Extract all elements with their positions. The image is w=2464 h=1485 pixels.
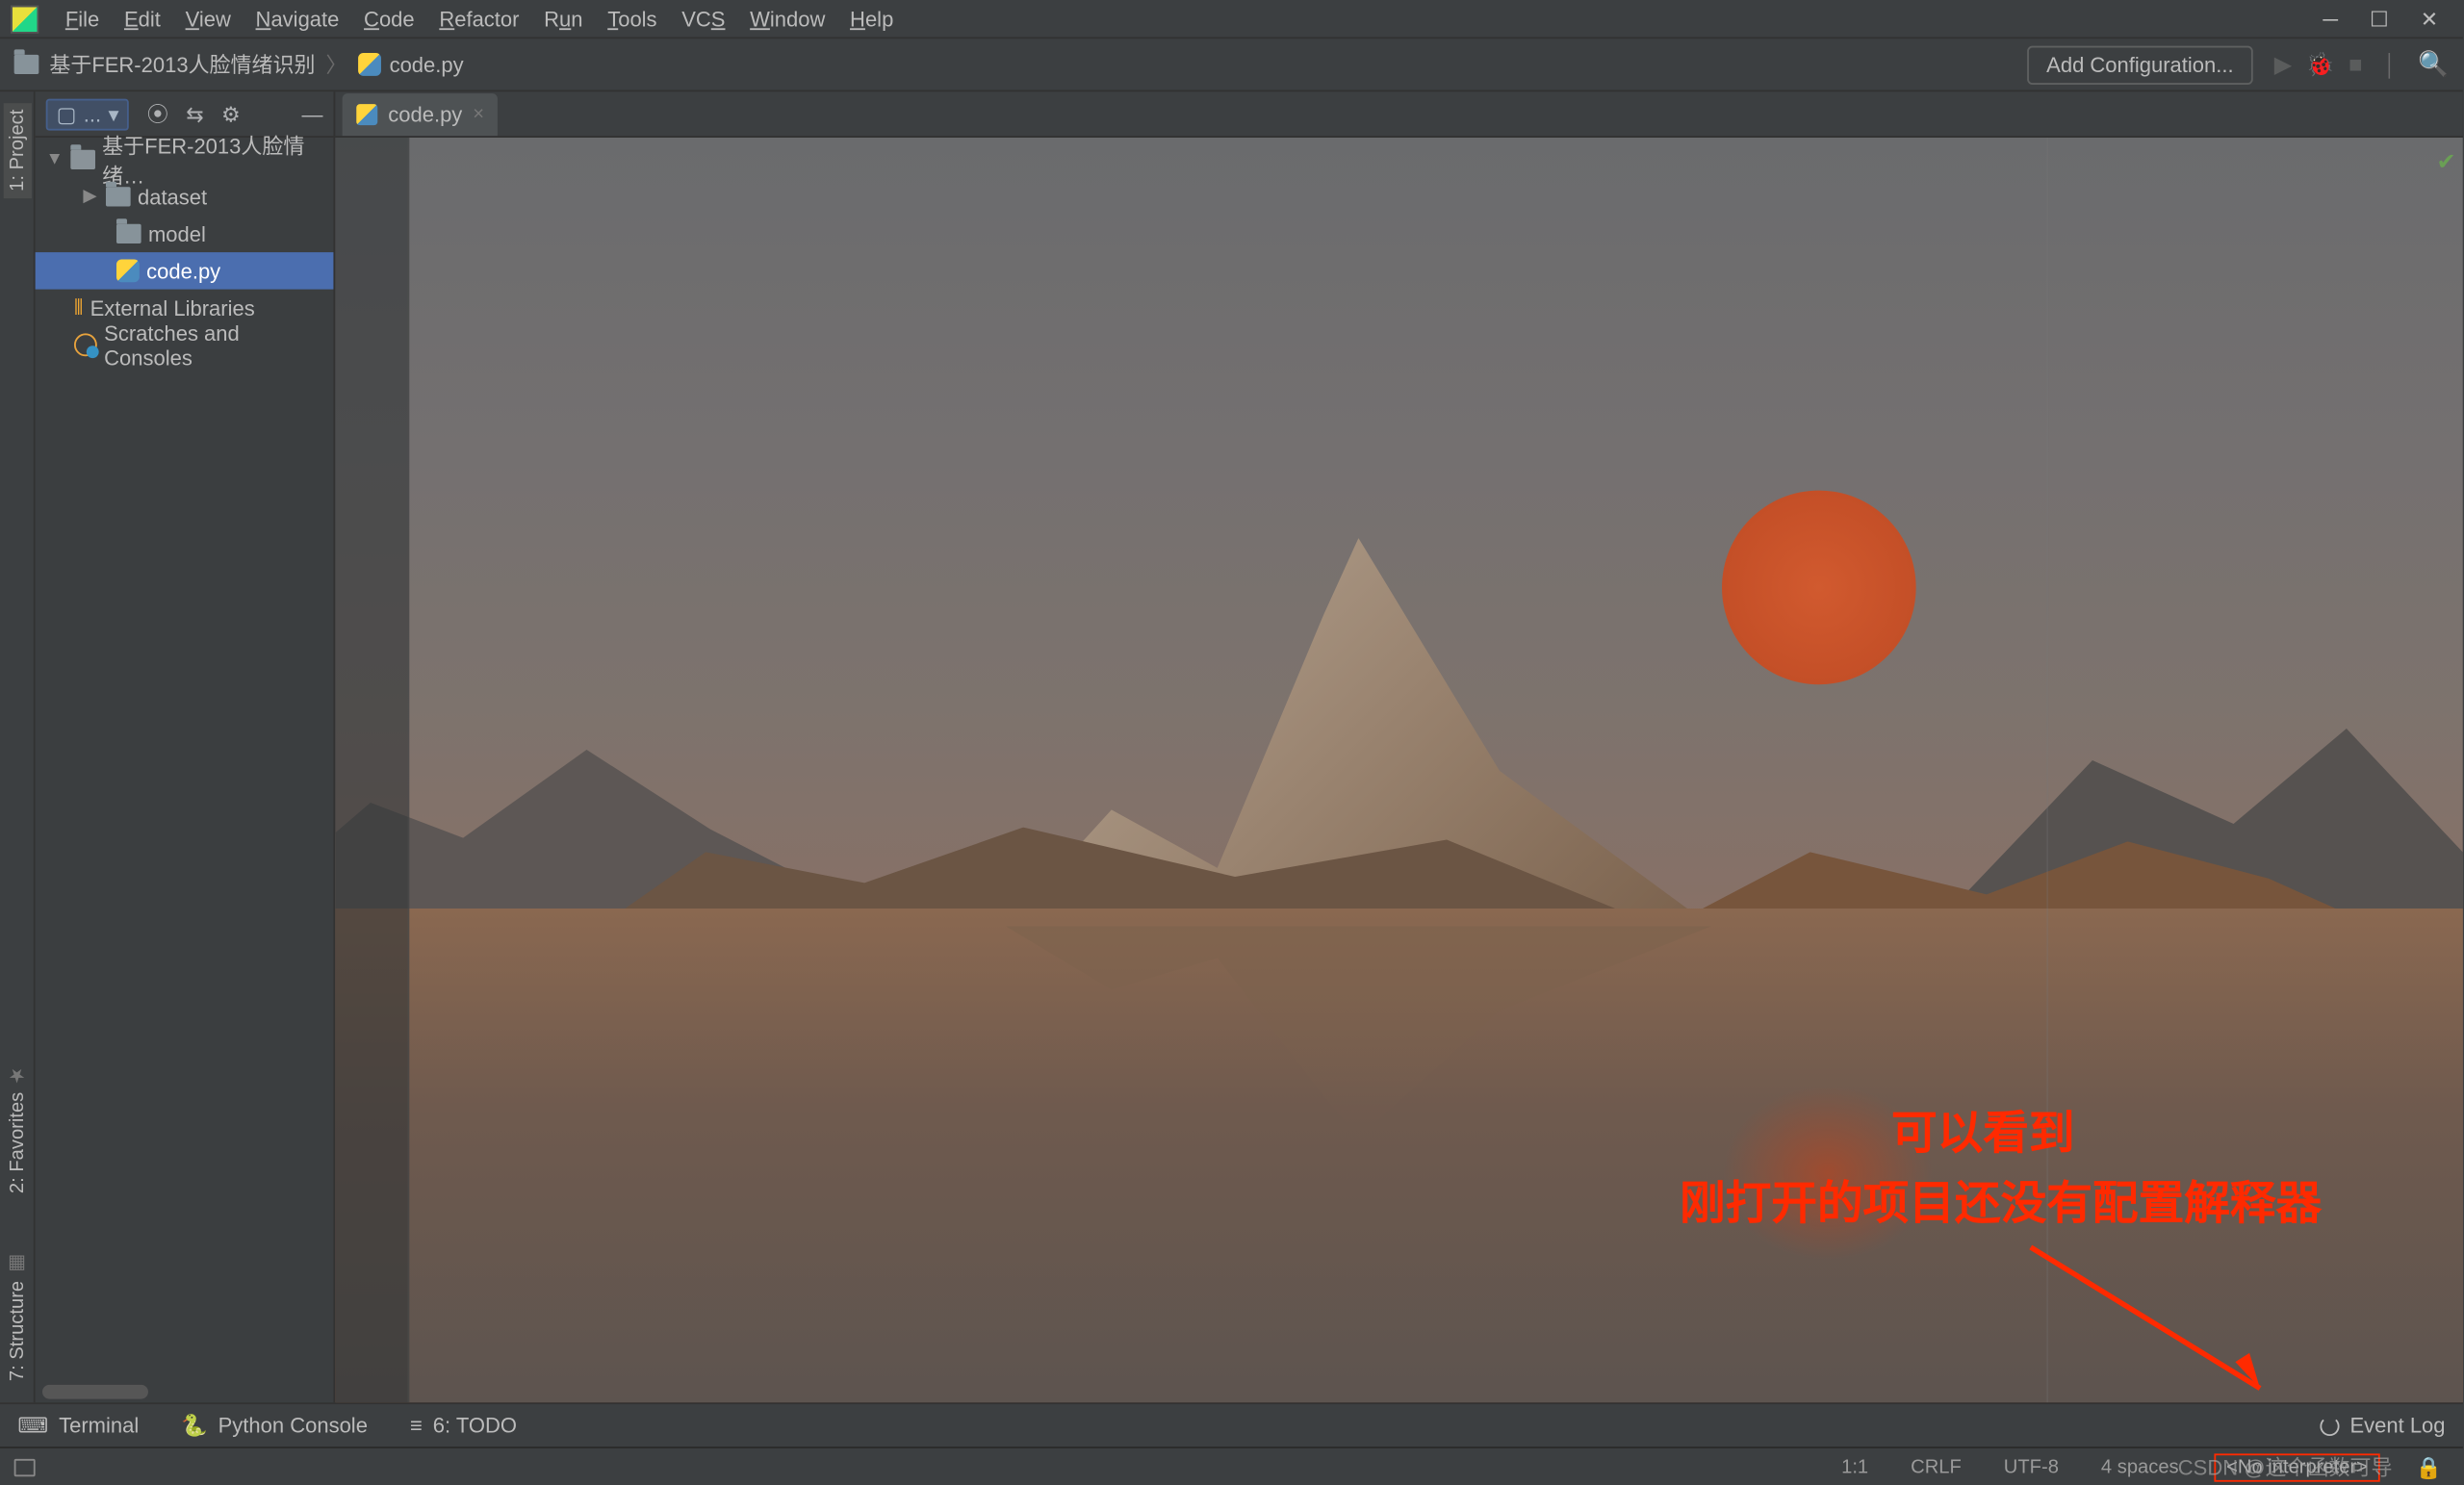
hide-panel-icon[interactable]: — <box>301 101 322 126</box>
editor-gutter <box>335 138 409 1402</box>
menu-file[interactable]: File <box>53 3 112 35</box>
editor-tab-label: code.py <box>388 102 462 127</box>
tree-scratches[interactable]: Scratches and Consoles <box>36 326 334 363</box>
status-caret-position[interactable]: 1:1 <box>1835 1456 1876 1477</box>
project-tree[interactable]: ▼ 基于FER-2013人脸情绪… ▶ dataset model code.p… <box>36 138 334 364</box>
tool-label: Python Console <box>218 1413 368 1438</box>
stop-icon: ■ <box>2348 51 2362 77</box>
tree-item-label: Scratches and Consoles <box>104 320 333 370</box>
search-icon[interactable]: 🔍 <box>2418 49 2449 79</box>
tool-tab-structure[interactable]: 7: Structure ▦ <box>2 1245 32 1388</box>
expand-arrow-icon[interactable]: ▼ <box>46 150 64 169</box>
tree-item-model[interactable]: model <box>36 216 334 252</box>
project-folder-icon <box>70 150 95 169</box>
project-tool-window: ▢ ... ▾ ⦿ ⇆ ⚙ — ▼ 基于FER-2013人脸情绪… ▶ data… <box>36 91 336 1402</box>
inspection-ok-icon[interactable]: ✔ <box>2437 148 2456 176</box>
tree-root-label: 基于FER-2013人脸情绪… <box>102 130 333 190</box>
breadcrumb-project[interactable]: 基于FER-2013人脸情绪识别 <box>49 49 315 79</box>
menu-window[interactable]: Window <box>737 3 837 35</box>
app-icon <box>11 5 38 33</box>
menu-navigate[interactable]: Navigate <box>244 3 352 35</box>
run-icon: ▶ <box>2274 50 2292 78</box>
tree-item-label: code.py <box>146 259 220 284</box>
breadcrumb-separator: 〉 <box>326 49 347 79</box>
expand-arrow-icon[interactable]: ▶ <box>81 187 98 206</box>
editor-tab-code-py[interactable]: code.py × <box>343 93 499 136</box>
editor-tab-bar: code.py × <box>335 91 2463 138</box>
menu-view[interactable]: View <box>173 3 244 35</box>
window-minimize-button[interactable]: ─ <box>2323 8 2338 29</box>
tree-item-label: External Libraries <box>90 295 255 320</box>
tool-tab-terminal[interactable]: ⌨ Terminal <box>17 1413 139 1438</box>
left-tool-strip: 1: Project 2: Favorites ★ 7: Structure ▦ <box>0 91 36 1402</box>
tool-tab-python-console[interactable]: 🐍 Python Console <box>181 1413 368 1438</box>
tool-label: 6: TODO <box>433 1413 517 1438</box>
tree-item-label: dataset <box>138 185 207 210</box>
editor-body[interactable]: ✔ 可以看到 刚打开的项目还没有配置解释器 <box>335 138 2463 1402</box>
menu-code[interactable]: Code <box>351 3 426 35</box>
tool-tab-todo[interactable]: ≡ 6: TODO <box>410 1413 517 1438</box>
scratches-icon <box>74 333 97 356</box>
tool-label: Terminal <box>59 1413 139 1438</box>
todo-icon: ≡ <box>410 1413 423 1438</box>
status-interpreter[interactable]: <No interpreter> <box>2214 1452 2380 1480</box>
tool-label: Event Log <box>2349 1413 2445 1438</box>
close-tab-icon[interactable]: × <box>473 104 484 125</box>
menu-edit[interactable]: Edit <box>112 3 173 35</box>
tool-tab-event-log[interactable]: Event Log <box>2320 1413 2445 1438</box>
read-only-lock-icon[interactable]: 🔒 <box>2408 1454 2449 1479</box>
settings-gear-icon[interactable]: ⚙ <box>221 101 241 126</box>
event-log-icon <box>2320 1416 2339 1435</box>
menu-tools[interactable]: Tools <box>595 3 669 35</box>
annotation-text-line1: 可以看到 <box>1891 1100 2075 1165</box>
python-file-icon <box>116 259 140 282</box>
project-scrollbar[interactable] <box>36 1381 336 1402</box>
status-indent[interactable]: 4 spaces <box>2094 1456 2186 1477</box>
toggle-tool-windows-icon[interactable] <box>14 1458 36 1475</box>
scrollbar-thumb[interactable] <box>42 1385 148 1399</box>
add-configuration-button[interactable]: Add Configuration... <box>2027 45 2253 84</box>
menu-bar: File Edit View Navigate Code Refactor Ru… <box>0 0 2463 38</box>
python-file-icon <box>356 104 377 125</box>
tool-tab-project[interactable]: 1: Project <box>3 102 31 198</box>
terminal-icon: ⌨ <box>17 1413 48 1438</box>
menu-refactor[interactable]: Refactor <box>427 3 532 35</box>
python-console-icon: 🐍 <box>181 1413 207 1438</box>
tree-item-code-py[interactable]: code.py <box>36 252 334 289</box>
breadcrumb-file[interactable]: code.py <box>390 52 464 77</box>
python-file-icon <box>358 53 381 76</box>
editor-area: code.py × ✔ 可以看到 <box>335 91 2463 1402</box>
folder-icon <box>116 224 141 243</box>
tree-root[interactable]: ▼ 基于FER-2013人脸情绪… <box>36 141 334 178</box>
status-encoding[interactable]: UTF-8 <box>1996 1456 2066 1477</box>
annotation-text-line2: 刚打开的项目还没有配置解释器 <box>1680 1170 2322 1235</box>
navigation-bar: 基于FER-2013人脸情绪识别 〉 code.py Add Configura… <box>0 38 2463 91</box>
library-icon: ⫴ <box>74 294 83 320</box>
menu-run[interactable]: Run <box>531 3 595 35</box>
folder-icon <box>106 187 131 206</box>
window-maximize-button[interactable]: ☐ <box>2370 8 2389 29</box>
debug-icon: 🐞 <box>2306 50 2335 78</box>
project-view-selector[interactable]: ▢ ... ▾ <box>46 98 130 130</box>
menu-vcs[interactable]: VCS <box>669 3 737 35</box>
tree-item-label: model <box>148 221 206 246</box>
collapse-icon[interactable]: ⇆ <box>186 101 203 126</box>
window-close-button[interactable]: ✕ <box>2421 8 2438 29</box>
status-bar: 1:1 CRLF UTF-8 4 spaces <No interpreter>… <box>0 1447 2463 1485</box>
menu-help[interactable]: Help <box>837 3 906 35</box>
status-line-ending[interactable]: CRLF <box>1904 1456 1968 1477</box>
locate-icon[interactable]: ⦿ <box>147 99 168 129</box>
bottom-tool-bar: ⌨ Terminal 🐍 Python Console ≡ 6: TODO Ev… <box>0 1402 2463 1447</box>
folder-icon <box>14 55 39 74</box>
tool-tab-favorites[interactable]: 2: Favorites ★ <box>2 1056 32 1199</box>
